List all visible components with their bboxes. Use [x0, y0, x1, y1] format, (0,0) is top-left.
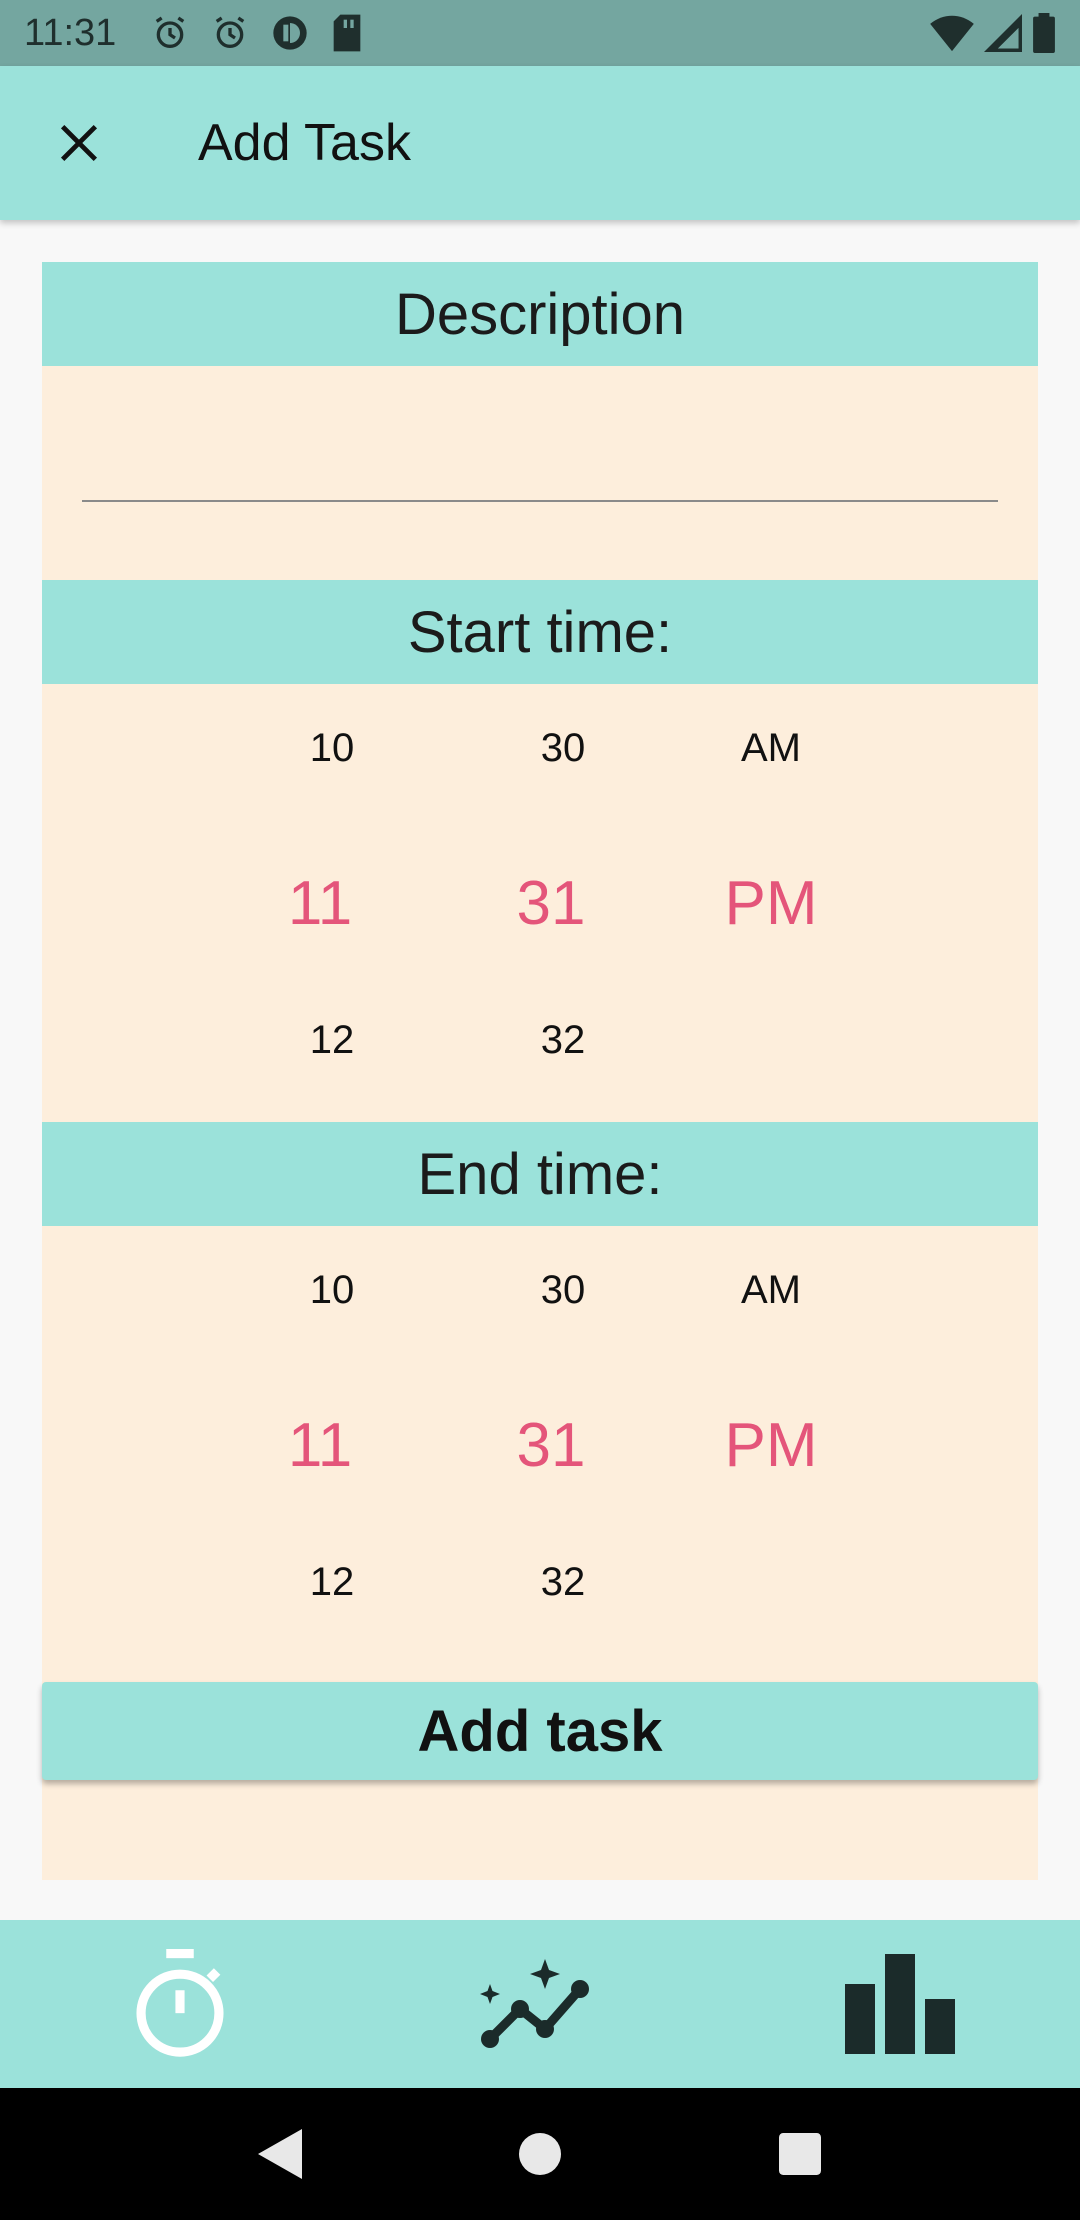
start-ampm-selected[interactable]: PM	[681, 868, 861, 939]
start-hour-column[interactable]: 10 11 12	[242, 684, 422, 1122]
status-left-icons	[150, 13, 364, 53]
start-ampm-column[interactable]: AM PM	[681, 684, 861, 1122]
end-ampm-column[interactable]: AM PM	[681, 1226, 861, 1664]
end-minute-column[interactable]: 30 31 32	[473, 1226, 653, 1664]
alarm-icon	[150, 13, 190, 53]
start-time-header: Start time:	[42, 580, 1038, 684]
start-hour-prev[interactable]: 10	[242, 726, 422, 771]
data-saver-icon	[270, 13, 310, 53]
wifi-icon	[930, 13, 974, 53]
status-bar: 11:31	[0, 0, 1080, 66]
recents-button[interactable]	[760, 2114, 840, 2194]
description-header: Description	[42, 262, 1038, 366]
end-minute-selected[interactable]: 31	[461, 1410, 641, 1481]
end-hour-prev[interactable]: 10	[242, 1268, 422, 1313]
cell-signal-icon	[984, 13, 1022, 53]
back-icon	[258, 2129, 302, 2179]
add-task-form: Description Start time: 10 11 12 30 31 3…	[42, 262, 1038, 1880]
system-nav-bar	[0, 2088, 1080, 2220]
nav-insights[interactable]	[360, 1920, 720, 2088]
bar-chart-icon	[845, 1954, 955, 2054]
alarm-icon	[210, 13, 250, 53]
timer-icon	[136, 1949, 224, 2057]
status-time: 11:31	[24, 11, 117, 54]
start-minute-column[interactable]: 30 31 32	[473, 684, 653, 1122]
end-hour-next[interactable]: 12	[242, 1560, 422, 1605]
back-button[interactable]	[240, 2114, 320, 2194]
end-minute-prev[interactable]: 30	[473, 1268, 653, 1313]
recents-icon	[779, 2133, 821, 2175]
status-right-icons	[930, 13, 1056, 53]
start-hour-next[interactable]: 12	[242, 1018, 422, 1063]
page-title: Add Task	[198, 114, 411, 172]
insights-icon	[480, 1959, 589, 2048]
end-hour-column[interactable]: 10 11 12	[242, 1226, 422, 1664]
sd-card-icon	[330, 13, 364, 53]
end-hour-selected[interactable]: 11	[230, 1410, 410, 1481]
nav-bar-chart[interactable]	[720, 1920, 1080, 2088]
start-ampm-prev[interactable]: AM	[681, 726, 861, 771]
nav-timer[interactable]	[0, 1920, 360, 2088]
start-minute-selected[interactable]: 31	[461, 868, 641, 939]
home-button[interactable]	[500, 2114, 580, 2194]
close-icon	[60, 124, 98, 162]
bottom-nav	[0, 1920, 1080, 2088]
end-ampm-selected[interactable]: PM	[681, 1410, 861, 1481]
start-hour-selected[interactable]: 11	[230, 868, 410, 939]
start-minute-next[interactable]: 32	[473, 1018, 653, 1063]
screen: 11:31 Add Task Description Start time: 1…	[0, 0, 1080, 2220]
end-minute-next[interactable]: 32	[473, 1560, 653, 1605]
close-button[interactable]	[40, 104, 118, 182]
start-time-picker[interactable]: 10 11 12 30 31 32 AM PM	[42, 684, 1038, 1122]
end-time-picker[interactable]: 10 11 12 30 31 32 AM PM	[42, 1226, 1038, 1664]
start-minute-prev[interactable]: 30	[473, 726, 653, 771]
battery-icon	[1032, 13, 1056, 53]
end-ampm-prev[interactable]: AM	[681, 1268, 861, 1313]
description-input[interactable]	[82, 422, 998, 502]
add-task-button[interactable]: Add task	[42, 1682, 1038, 1780]
app-bar: Add Task	[0, 66, 1080, 220]
end-time-header: End time:	[42, 1122, 1038, 1226]
home-icon	[519, 2133, 561, 2175]
